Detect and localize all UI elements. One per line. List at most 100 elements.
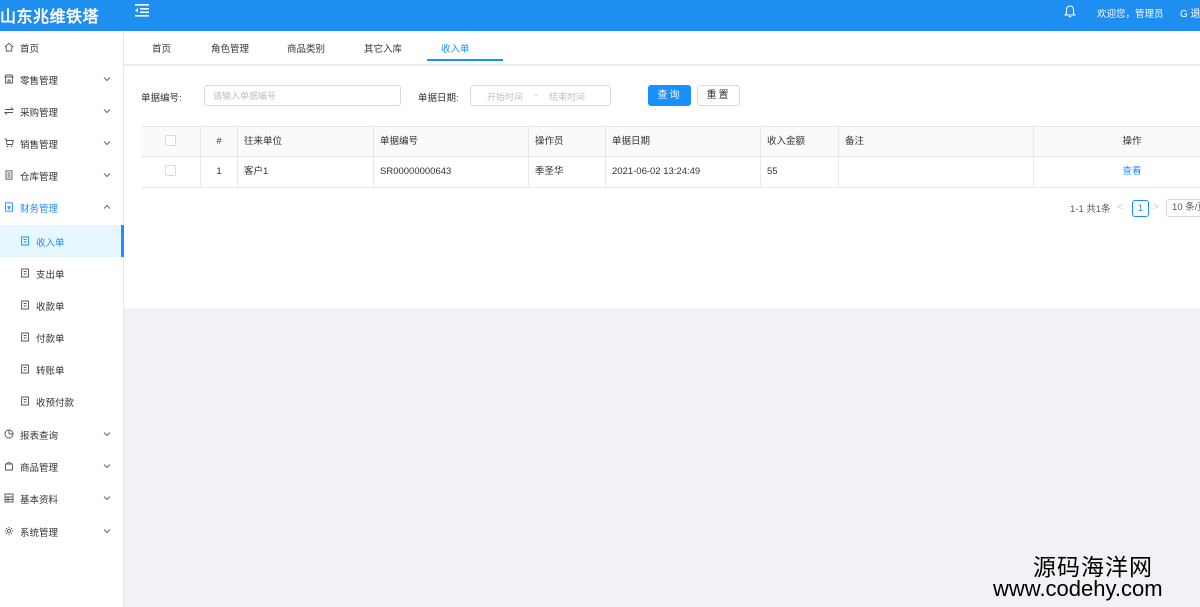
sidebar-item-receipt[interactable]: 收款单 [0, 289, 124, 321]
date-separator: ~ [533, 90, 539, 100]
active-tab-indicator [427, 59, 503, 61]
main-content: 单据编号: 单据日期: 开始时间 ~ 结束时间 查询 重置 # 往来单位 单据编… [124, 66, 1200, 308]
chevron-down-icon [103, 77, 111, 82]
sidebar-item-finance[interactable]: 财务管理 [0, 191, 124, 223]
sidebar-item-expense[interactable]: 支出单 [0, 257, 124, 289]
query-button[interactable]: 查询 [648, 85, 691, 106]
header-action: 操作 [1122, 136, 1142, 147]
sidebar-item-label: 商品管理 [20, 463, 59, 474]
row-amount: 55 [761, 157, 839, 187]
sidebar: 首页 零售管理 采购管理 销售管理 仓库管理 财务管理 收入单 支出单 收款单 [0, 31, 124, 607]
reset-button[interactable]: 重置 [697, 85, 740, 106]
pagination-total: 1-1 共1条 [1070, 204, 1111, 215]
profile-icon [21, 332, 29, 342]
profile-icon [21, 268, 29, 278]
header-partner: 往来单位 [238, 127, 374, 157]
end-date-placeholder[interactable]: 结束时间 [549, 90, 585, 103]
chevron-down-icon [103, 496, 111, 501]
header-select-all[interactable] [141, 127, 201, 157]
tab-other-inbound[interactable]: 其它入库 [364, 41, 402, 55]
menu-fold-icon[interactable] [134, 3, 150, 17]
welcome-text: 欢迎您，管理员 [1097, 9, 1164, 20]
chevron-down-icon [103, 109, 111, 114]
start-date-placeholder[interactable]: 开始时间 [487, 90, 523, 103]
date-range-picker[interactable]: 开始时间 ~ 结束时间 [470, 85, 611, 106]
select-all-checkbox[interactable] [165, 134, 176, 146]
sidebar-item-label: 支出单 [36, 270, 65, 281]
shop-icon [4, 74, 14, 84]
bell-icon[interactable] [1064, 5, 1076, 18]
number-label: 单据编号: [141, 93, 182, 104]
row-date: 2021-06-02 13:24:49 [606, 157, 761, 187]
chevron-up-icon [103, 204, 111, 209]
row-select[interactable] [141, 157, 201, 187]
sidebar-item-label: 系统管理 [20, 528, 59, 539]
sidebar-item-label: 销售管理 [20, 140, 59, 151]
row-checkbox[interactable] [165, 164, 176, 176]
profile-icon [21, 364, 29, 374]
chevron-down-icon [103, 464, 111, 469]
table-header: # 往来单位 单据编号 操作员 单据日期 收入金额 备注 操作 [141, 126, 1200, 157]
sidebar-item-label: 报表查询 [20, 431, 59, 442]
page-size-select[interactable]: 10 条/页 [1166, 199, 1200, 217]
view-link[interactable]: 查看 [1122, 166, 1141, 177]
header-remark: 备注 [839, 127, 1034, 157]
sidebar-item-label: 收入单 [36, 238, 65, 249]
home-icon [4, 42, 14, 52]
sidebar-item-sales[interactable]: 销售管理 [0, 127, 124, 159]
sidebar-item-label: 收款单 [36, 302, 65, 313]
row-remark [839, 157, 1034, 187]
sidebar-item-income[interactable]: 收入单 [0, 225, 124, 257]
number-input[interactable] [205, 86, 400, 105]
tab-bar: 首页 角色管理 商品类别 其它入库 收入单 [124, 31, 1200, 65]
chevron-down-icon [103, 529, 111, 534]
header-amount: 收入金额 [761, 127, 839, 157]
sidebar-item-transfer[interactable]: 转账单 [0, 353, 124, 385]
account-book-icon [5, 202, 13, 212]
shopping-icon [5, 461, 13, 471]
sidebar-item-label: 付款单 [36, 334, 65, 345]
profile-icon [21, 396, 29, 406]
date-label: 单据日期: [418, 93, 459, 104]
sidebar-item-purchase[interactable]: 采购管理 [0, 95, 124, 127]
tab-goods-category[interactable]: 商品类别 [287, 41, 325, 55]
sidebar-item-advance[interactable]: 收预付款 [0, 385, 124, 417]
swap-icon [4, 107, 14, 115]
sidebar-item-home[interactable]: 首页 [0, 31, 124, 63]
sidebar-item-payment[interactable]: 付款单 [0, 321, 124, 353]
sidebar-item-label: 财务管理 [20, 204, 59, 215]
pagination-next-icon[interactable]: > [1153, 202, 1159, 213]
header-index: # [201, 127, 238, 157]
row-action-cell: 查看 [1034, 157, 1200, 187]
header-date: 单据日期 [606, 127, 761, 157]
pagination-current-page[interactable]: 1 [1132, 200, 1149, 217]
chevron-down-icon [103, 432, 111, 437]
sidebar-item-basic-data[interactable]: 基本资料 [0, 482, 124, 514]
tab-income[interactable]: 收入单 [441, 41, 470, 55]
setting-icon [4, 526, 14, 536]
sidebar-item-warehouse[interactable]: 仓库管理 [0, 159, 124, 191]
tab-home[interactable]: 首页 [152, 41, 171, 55]
brand-title: 山东兆维铁塔 [0, 9, 100, 26]
tab-role-management[interactable]: 角色管理 [211, 41, 249, 55]
header-operator: 操作员 [529, 127, 606, 157]
sidebar-item-retail[interactable]: 零售管理 [0, 63, 124, 95]
chevron-down-icon [103, 173, 111, 178]
table-icon [4, 493, 14, 503]
number-input-wrapper [204, 85, 401, 106]
sidebar-item-system[interactable]: 系统管理 [0, 515, 124, 547]
sidebar-item-label: 零售管理 [20, 76, 59, 87]
logout-link[interactable]: G 退 [1180, 5, 1200, 20]
income-table: # 往来单位 单据编号 操作员 单据日期 收入金额 备注 操作 1 客户1 SR… [141, 126, 1200, 188]
header-number: 单据编号 [374, 127, 529, 157]
sidebar-item-goods[interactable]: 商品管理 [0, 450, 124, 482]
sidebar-item-label: 采购管理 [20, 108, 59, 119]
pagination-prev-icon[interactable]: < [1117, 202, 1123, 213]
pie-chart-icon [4, 429, 14, 439]
table-row: 1 客户1 SR00000000643 季圣华 2021-06-02 13:24… [141, 157, 1200, 188]
sidebar-item-reports[interactable]: 报表查询 [0, 418, 124, 450]
watermark-url: www.codehy.com [993, 576, 1163, 601]
row-number: SR00000000643 [374, 157, 529, 187]
chevron-down-icon [103, 141, 111, 146]
sidebar-item-label: 首页 [20, 44, 40, 55]
